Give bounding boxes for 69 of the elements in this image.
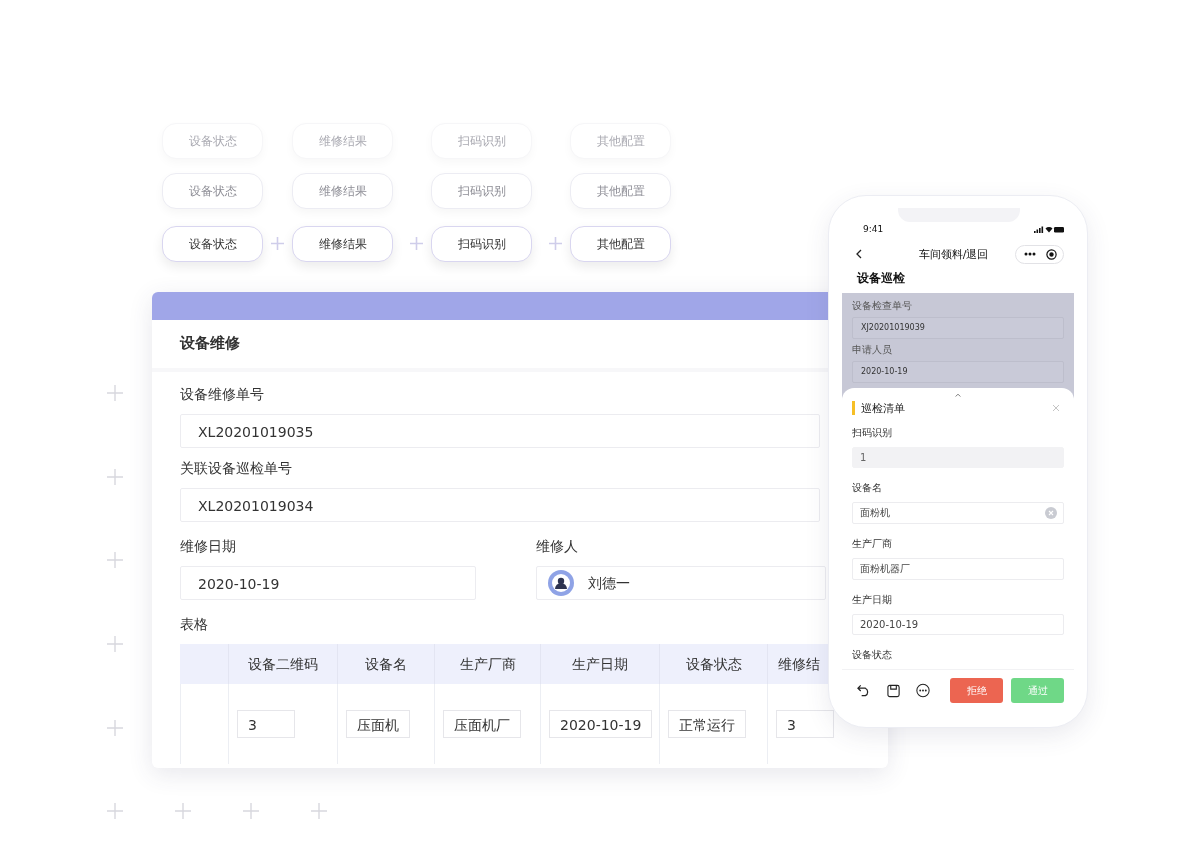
back-icon[interactable] [856, 249, 862, 259]
column-header: 生产日期 [540, 644, 659, 684]
column-header: 设备名 [337, 644, 434, 684]
field-value: 面粉机器厂 [860, 561, 910, 576]
field-label: 设备检查单号 [852, 299, 913, 313]
option-button[interactable]: 维修结果 [292, 226, 393, 262]
cell-input[interactable]: 3 [237, 710, 295, 738]
more-icon[interactable] [1024, 252, 1036, 256]
column-header: 设备状态 [659, 644, 767, 684]
option-button[interactable]: 其他配置 [570, 226, 671, 262]
plus-icon [243, 803, 259, 819]
field-label: 关联设备巡检单号 [180, 460, 292, 478]
option-button[interactable]: 其他配置 [570, 173, 671, 209]
field-label: 设备维修单号 [180, 386, 264, 404]
cell-input[interactable]: 压面机 [346, 710, 410, 738]
chevron-up-icon[interactable] [954, 393, 962, 397]
undo-icon[interactable] [857, 684, 871, 697]
sheet-title: 巡检清单 [861, 400, 906, 416]
cell-input[interactable]: 2020-10-19 [549, 710, 653, 738]
nav-title: 车间领料/退回 [917, 246, 990, 262]
option-button[interactable]: 扫码识别 [431, 173, 532, 209]
column-header: 设备二维码 [228, 644, 337, 684]
accent-bar [852, 401, 855, 416]
page-title: 设备巡检 [855, 270, 906, 287]
plus-icon [549, 237, 562, 250]
field-label: 维修日期 [180, 538, 236, 556]
input-field[interactable]: XL20201019034 [180, 488, 820, 522]
plus-icon [107, 385, 123, 401]
target-icon[interactable] [1046, 248, 1057, 260]
plus-icon [107, 552, 123, 568]
cell-input[interactable]: 正常运行 [668, 710, 746, 738]
plus-icon [410, 237, 423, 250]
person-name: 刘德一 [588, 574, 630, 593]
section-label: 表格 [180, 616, 208, 634]
input-field[interactable]: 2020-10-19 [852, 361, 1064, 383]
plus-icon [107, 469, 123, 485]
field-label: 扫码识别 [852, 425, 893, 440]
save-icon[interactable] [887, 683, 901, 698]
input-field[interactable]: 面粉机 [852, 502, 1064, 524]
plus-icon [107, 803, 123, 819]
cell-input[interactable]: 压面机厂 [443, 710, 521, 738]
option-button[interactable]: 扫码识别 [431, 226, 532, 262]
field-label: 设备名 [852, 481, 883, 496]
avatar-icon [548, 570, 574, 596]
field-value: 1 [860, 452, 867, 464]
input-field[interactable]: 2020-10-19 [852, 613, 1064, 636]
more-icon[interactable] [916, 683, 930, 698]
input-field[interactable]: XL20201019035 [180, 414, 820, 448]
field-label: 维修人 [536, 538, 578, 556]
input-field[interactable]: XJ20201019039 [852, 317, 1064, 339]
plus-icon [107, 720, 123, 736]
field-value: 面粉机 [860, 506, 890, 521]
column-header: 生产厂商 [434, 644, 540, 684]
option-button[interactable]: 维修结果 [292, 173, 393, 209]
date-field[interactable]: 2020-10-19 [180, 566, 476, 600]
field-label: 生产日期 [852, 592, 893, 607]
status-time: 9:41 [863, 224, 884, 234]
plus-icon [311, 803, 327, 819]
plus-icon [175, 803, 191, 819]
plus-icon [271, 237, 284, 250]
status-icons-drawing [1034, 225, 1064, 233]
cell-input[interactable]: 3 [776, 710, 834, 738]
field-label: 申请人员 [852, 343, 893, 357]
field-value: 2020-10-19 [860, 618, 919, 630]
plus-icon [107, 636, 123, 652]
option-button[interactable]: 设备状态 [162, 226, 263, 262]
person-field[interactable]: 刘德一 [536, 566, 826, 600]
field-label: 生产厂商 [852, 536, 893, 551]
input-field[interactable]: 面粉机器厂 [852, 557, 1064, 580]
